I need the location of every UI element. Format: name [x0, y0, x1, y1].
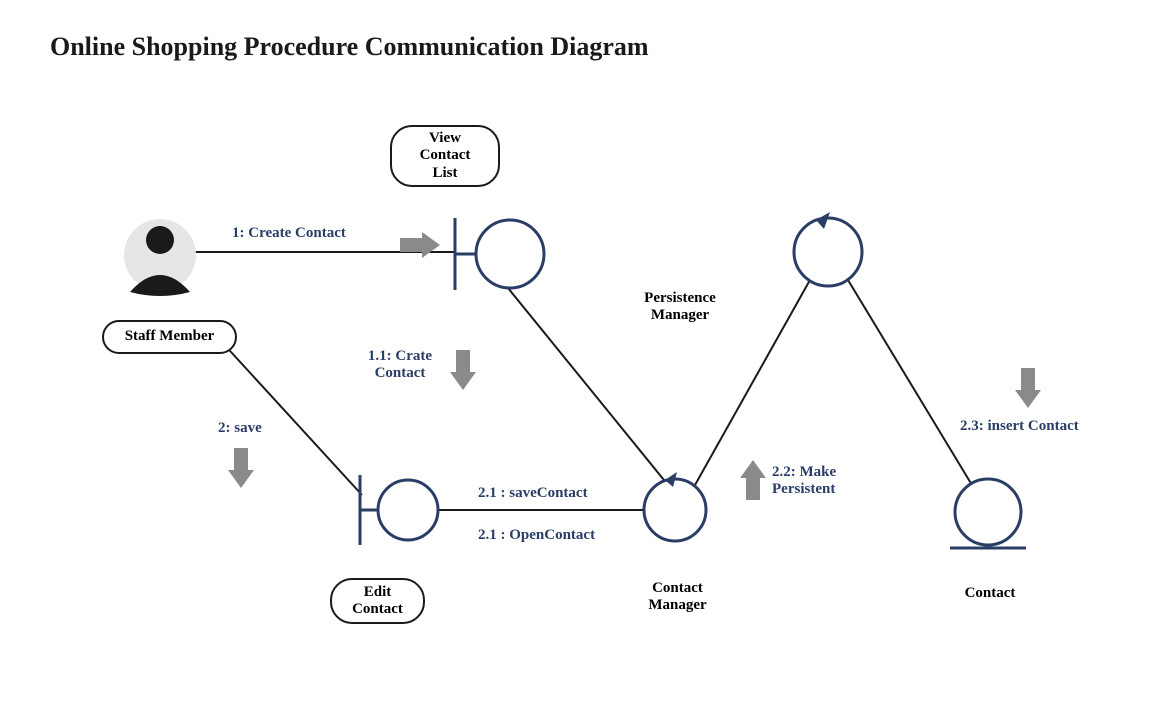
arrow-down-icon	[228, 448, 254, 488]
diagram-canvas: Online Shopping Procedure Communication …	[0, 0, 1152, 705]
msg-1-1: 1.1: CrateContact	[360, 348, 440, 383]
view-contact-list-label: ViewContactList	[390, 125, 500, 187]
staff-member-label: Staff Member	[102, 320, 237, 354]
msg-2-1-save: 2.1 : saveContact	[478, 485, 588, 502]
msg-2: 2: save	[218, 420, 262, 437]
contact-manager-label: ContactManager	[630, 580, 725, 615]
msg-1: 1: Create Contact	[232, 225, 346, 242]
msg-2-2: 2.2: MakePersistent	[772, 464, 857, 499]
arrow-up-icon	[740, 460, 766, 500]
msg-2-1-open: 2.1 : OpenContact	[478, 527, 595, 544]
msg-2-3: 2.3: insert Contact	[960, 418, 1079, 435]
diagram-title: Online Shopping Procedure Communication …	[50, 32, 649, 62]
edit-contact-label: EditContact	[330, 578, 425, 624]
persistence-manager-label: PersistenceManager	[625, 290, 735, 325]
arrow-down-icon	[1015, 368, 1041, 408]
arrow-down-icon	[450, 350, 476, 390]
contact-label: Contact	[950, 585, 1030, 602]
arrow-right-icon	[400, 232, 440, 258]
staff-member-actor	[124, 219, 196, 296]
